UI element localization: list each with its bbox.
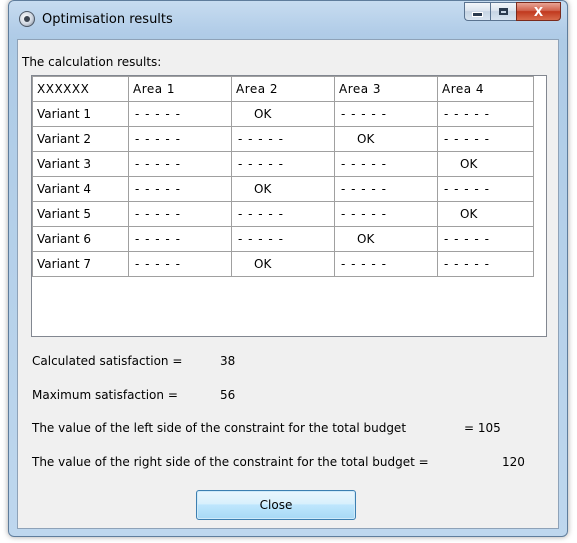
table-cell[interactable]: OK — [334, 226, 438, 252]
table-row[interactable]: Variant 1- - - - - OK - - - - -- - - - - — [32, 101, 534, 127]
maximize-icon — [499, 8, 508, 15]
table-cell[interactable]: - - - - - — [128, 251, 232, 277]
close-button[interactable]: Close — [196, 490, 356, 520]
results-table: XXXXXX Area 1 Area 2 Area 3 Area 4 Varia… — [32, 76, 534, 277]
caption-buttons: X — [464, 2, 561, 22]
table-cell[interactable]: OK — [231, 251, 335, 277]
right-side-constraint: The value of the right side of the const… — [32, 455, 525, 469]
table-cell[interactable]: - - - - - — [334, 176, 438, 202]
table-cell[interactable]: - - - - - — [231, 226, 335, 252]
table-cell[interactable]: - - - - - — [231, 201, 335, 227]
row-label[interactable]: Variant 1 — [32, 101, 129, 127]
column-header[interactable]: Area 4 — [437, 76, 534, 102]
title-bar[interactable]: Optimisation results X — [9, 1, 567, 39]
left-side-label: The value of the left side of the constr… — [32, 421, 407, 435]
left-side-constraint: The value of the left side of the constr… — [32, 421, 501, 435]
minimize-icon — [472, 12, 483, 17]
maximum-satisfaction-label: Maximum satisfaction = — [32, 388, 178, 402]
calculated-satisfaction-label: Calculated satisfaction = — [32, 354, 183, 368]
table-cell[interactable]: - - - - - — [128, 126, 232, 152]
calculated-satisfaction-value: 38 — [220, 354, 236, 368]
app-icon[interactable] — [19, 11, 35, 27]
table-cell[interactable]: OK — [334, 126, 438, 152]
table-cell[interactable]: - - - - - — [128, 151, 232, 177]
table-row[interactable]: Variant 5- - - - -- - - - -- - - - - OK — [32, 201, 534, 227]
table-cell[interactable]: OK — [231, 101, 335, 127]
table-cell[interactable]: - - - - - — [231, 151, 335, 177]
table-cell[interactable]: - - - - - — [128, 176, 232, 202]
table-cell[interactable]: - - - - - — [437, 126, 534, 152]
right-side-label: The value of the right side of the const… — [32, 455, 429, 469]
row-label[interactable]: Variant 4 — [32, 176, 129, 202]
table-cell[interactable]: - - - - - — [334, 101, 438, 127]
table-header-row: XXXXXX Area 1 Area 2 Area 3 Area 4 — [32, 76, 534, 102]
table-cell[interactable]: OK — [231, 176, 335, 202]
row-label[interactable]: Variant 2 — [32, 126, 129, 152]
table-row[interactable]: Variant 2- - - - -- - - - - OK - - - - - — [32, 126, 534, 152]
right-side-value: 120 — [502, 455, 525, 469]
maximize-button[interactable] — [490, 2, 516, 21]
table-row[interactable]: Variant 4- - - - - OK - - - - -- - - - - — [32, 176, 534, 202]
maximum-satisfaction-value: 56 — [220, 388, 236, 402]
column-header[interactable]: Area 2 — [231, 76, 335, 102]
minimize-button[interactable] — [464, 2, 490, 21]
table-row[interactable]: Variant 3- - - - -- - - - -- - - - - OK — [32, 151, 534, 177]
close-window-button[interactable]: X — [516, 2, 561, 21]
left-side-value: = 105 — [464, 421, 501, 435]
table-cell[interactable]: OK — [437, 151, 534, 177]
column-header[interactable]: Area 3 — [334, 76, 438, 102]
window-title: Optimisation results — [42, 12, 173, 27]
table-cell[interactable]: - - - - - — [231, 126, 335, 152]
results-grid[interactable]: XXXXXX Area 1 Area 2 Area 3 Area 4 Varia… — [31, 75, 547, 337]
table-cell[interactable]: - - - - - — [437, 101, 534, 127]
calculated-satisfaction: Calculated satisfaction = 38 — [32, 354, 235, 368]
column-header[interactable]: XXXXXX — [32, 76, 129, 102]
table-row[interactable]: Variant 6- - - - -- - - - - OK - - - - - — [32, 226, 534, 252]
row-label[interactable]: Variant 6 — [32, 226, 129, 252]
column-header[interactable]: Area 1 — [128, 76, 232, 102]
table-row[interactable]: Variant 7- - - - - OK - - - - -- - - - - — [32, 251, 534, 277]
table-cell[interactable]: - - - - - — [334, 151, 438, 177]
close-icon: X — [533, 4, 544, 19]
row-label[interactable]: Variant 3 — [32, 151, 129, 177]
table-cell[interactable]: - - - - - — [437, 226, 534, 252]
table-cell[interactable]: OK — [437, 201, 534, 227]
maximum-satisfaction: Maximum satisfaction = 56 — [32, 388, 235, 402]
table-cell[interactable]: - - - - - — [437, 176, 534, 202]
table-cell[interactable]: - - - - - — [334, 201, 438, 227]
table-cell[interactable]: - - - - - — [128, 226, 232, 252]
table-cell[interactable]: - - - - - — [128, 101, 232, 127]
row-label[interactable]: Variant 5 — [32, 201, 129, 227]
results-heading: The calculation results: — [22, 55, 162, 69]
row-label[interactable]: Variant 7 — [32, 251, 129, 277]
table-cell[interactable]: - - - - - — [437, 251, 534, 277]
table-cell[interactable]: - - - - - — [128, 201, 232, 227]
table-cell[interactable]: - - - - - — [334, 251, 438, 277]
